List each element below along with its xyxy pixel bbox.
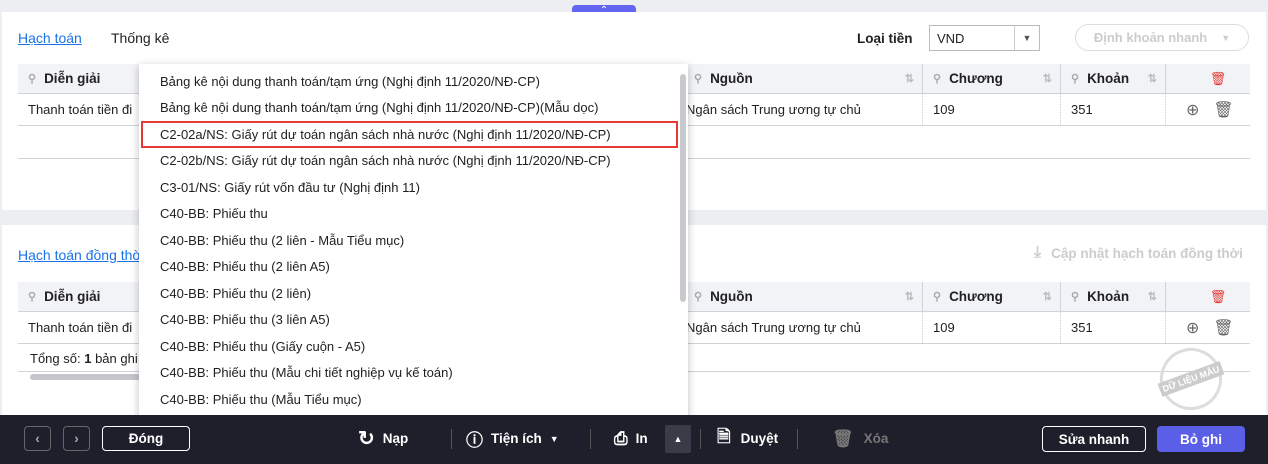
- print-label: In: [635, 431, 648, 446]
- dropdown-item[interactable]: Bảng kê nội dung thanh toán/tạm ứng (Ngh…: [139, 68, 688, 95]
- delete-button[interactable]: 🗑 Xóa: [832, 426, 888, 451]
- dropdown-item[interactable]: C40-BB: Phiếu thu (3 liên A5): [139, 307, 688, 334]
- trash-icon[interactable]: 🗑: [1213, 100, 1233, 120]
- add-row-icon[interactable]: ⊕: [1186, 318, 1199, 338]
- total-records: Tổng số: 1 bản ghi: [30, 351, 138, 366]
- utilities-label: Tiện ích: [491, 431, 542, 446]
- dropdown-item[interactable]: C40-BB: Phiếu thu (2 liên): [139, 280, 688, 307]
- trash-icon[interactable]: 🗑: [1213, 318, 1233, 338]
- delete-label: Xóa: [863, 431, 889, 446]
- pin-icon: ⚲: [28, 291, 37, 303]
- add-row-icon[interactable]: ⊕: [1186, 100, 1199, 120]
- pin-icon: ⚲: [694, 291, 703, 303]
- pin-icon: ⚲: [933, 73, 942, 85]
- dropdown-item[interactable]: C3-01/NS: Giấy rút vốn đầu tư (Nghị định…: [139, 174, 688, 201]
- sort-icon[interactable]: ⇅: [1148, 72, 1157, 85]
- prev-button[interactable]: ‹: [24, 426, 51, 451]
- update-concurrent-button[interactable]: ⤓ Cập nhật hạch toán đồng thời: [1034, 244, 1243, 262]
- refresh-icon: ↻: [358, 428, 375, 450]
- reload-button[interactable]: ↻ Nạp: [358, 426, 408, 451]
- reload-label: Nạp: [382, 431, 409, 446]
- print-template-dropdown[interactable]: Bảng kê nội dung thanh toán/tạm ứng (Ngh…: [139, 64, 688, 425]
- delete-all-icon[interactable]: 🗑: [1165, 282, 1250, 311]
- cell-chapter: 109: [922, 312, 1060, 343]
- cell-chapter: 109: [922, 94, 1060, 125]
- cell-source: Ngân sách Trung ương tự chủ: [686, 320, 861, 335]
- watermark-text: DỮ LIỆU MẪU: [1157, 361, 1225, 397]
- download-icon: ⤓: [1034, 244, 1042, 261]
- chevron-down-icon: ▼: [1221, 32, 1231, 43]
- column-chapter[interactable]: Chương: [949, 289, 1003, 304]
- update-concurrent-label: Cập nhật hạch toán đồng thời: [1051, 245, 1243, 261]
- document-icon: 🗎: [717, 427, 731, 446]
- quick-entry-button[interactable]: Định khoản nhanh ▼: [1075, 24, 1249, 51]
- dropdown-item[interactable]: C40-BB: Phiếu thu (2 liên - Mẫu Tiểu mục…: [139, 227, 688, 254]
- close-button[interactable]: Đóng: [102, 426, 190, 451]
- unpost-button[interactable]: Bỏ ghi: [1157, 426, 1245, 452]
- sort-icon[interactable]: ⇅: [1043, 290, 1052, 303]
- divider: [700, 429, 701, 449]
- tab-stats[interactable]: Thống kê: [111, 30, 169, 46]
- total-count: 1: [84, 351, 92, 366]
- dropdown-item[interactable]: C40-BB: Phiếu thu: [139, 201, 688, 228]
- approve-label: Duyệt: [740, 431, 779, 446]
- more-icon: ⓘ: [466, 431, 483, 450]
- delete-all-icon[interactable]: 🗑: [1165, 64, 1250, 93]
- column-source[interactable]: Nguồn: [710, 289, 753, 304]
- sort-icon[interactable]: ⇅: [1148, 290, 1157, 303]
- sort-icon[interactable]: ⇅: [905, 290, 914, 303]
- tab-accounting[interactable]: Hạch toán: [18, 30, 82, 46]
- pin-icon: ⚲: [1071, 291, 1080, 303]
- pin-icon: ⚲: [933, 291, 942, 303]
- cell-item: 351: [1060, 94, 1165, 125]
- approve-button[interactable]: 🗎 Duyệt: [717, 426, 778, 451]
- dropdown-item[interactable]: C40-BB: Phiếu thu (2 liên A5): [139, 254, 688, 281]
- footer-toolbar: ‹ › Đóng ↻ Nạp ⓘ Tiện ích ▼ ⎙ In ▲ 🗎 Duyệt 🗑 X…: [0, 415, 1268, 464]
- column-desc[interactable]: Diễn giải: [44, 71, 100, 86]
- next-button[interactable]: ›: [63, 426, 90, 451]
- dropdown-item[interactable]: C40-BB: Phiếu thu (Mẫu Tiểu mục): [139, 386, 688, 413]
- print-button[interactable]: ⎙ In: [614, 426, 648, 451]
- column-chapter[interactable]: Chương: [949, 71, 1003, 86]
- chevron-down-icon: ▼: [1014, 26, 1039, 50]
- currency-select[interactable]: VND ▼: [929, 25, 1040, 51]
- chevron-down-icon: ▼: [549, 433, 559, 444]
- pin-icon: ⚲: [694, 73, 703, 85]
- currency-value: VND: [937, 30, 965, 46]
- pin-icon: ⚲: [28, 73, 37, 85]
- dropdown-list: Bảng kê nội dung thanh toán/tạm ứng (Ngh…: [139, 64, 688, 425]
- dropdown-item[interactable]: C40-BB: Phiếu thu (Giấy cuộn - A5): [139, 333, 688, 360]
- sort-icon[interactable]: ⇅: [1043, 72, 1052, 85]
- currency-label: Loại tiền: [857, 31, 913, 46]
- dropdown-item[interactable]: Bảng kê nội dung thanh toán/tạm ứng (Ngh…: [139, 95, 688, 122]
- cell-source: Ngân sách Trung ương tự chủ: [686, 102, 861, 117]
- divider: [590, 429, 591, 449]
- dropdown-item[interactable]: C2-02a/NS: Giấy rút dự toán ngân sách nh…: [141, 121, 678, 148]
- utilities-button[interactable]: ⓘ Tiện ích ▼: [466, 426, 559, 451]
- quick-edit-button[interactable]: Sửa nhanh: [1042, 426, 1146, 452]
- cell-item: 351: [1060, 312, 1165, 343]
- concurrent-title[interactable]: Hạch toán đồng thời: [18, 247, 145, 263]
- dropdown-scrollbar[interactable]: [680, 74, 686, 302]
- print-options-toggle[interactable]: ▲: [665, 425, 691, 453]
- sort-icon[interactable]: ⇅: [905, 72, 914, 85]
- printer-icon: ⎙: [614, 428, 628, 448]
- trash-icon: 🗑: [832, 428, 854, 448]
- quick-entry-label: Định khoản nhanh: [1093, 30, 1208, 45]
- column-source[interactable]: Nguồn: [710, 71, 753, 86]
- total-label: Tổng số:: [30, 351, 81, 366]
- divider: [797, 429, 798, 449]
- column-item[interactable]: Khoản: [1087, 289, 1129, 304]
- pin-icon: ⚲: [1071, 73, 1080, 85]
- horizontal-scrollbar[interactable]: [30, 374, 140, 380]
- dropdown-item[interactable]: C2-02b/NS: Giấy rút dự toán ngân sách nh…: [139, 148, 688, 175]
- dropdown-item[interactable]: C40-BB: Phiếu thu (Mẫu chi tiết nghiệp v…: [139, 360, 688, 387]
- column-item[interactable]: Khoản: [1087, 71, 1129, 86]
- total-suffix: bản ghi: [95, 351, 138, 366]
- divider: [451, 429, 452, 449]
- column-desc[interactable]: Diễn giải: [44, 289, 100, 304]
